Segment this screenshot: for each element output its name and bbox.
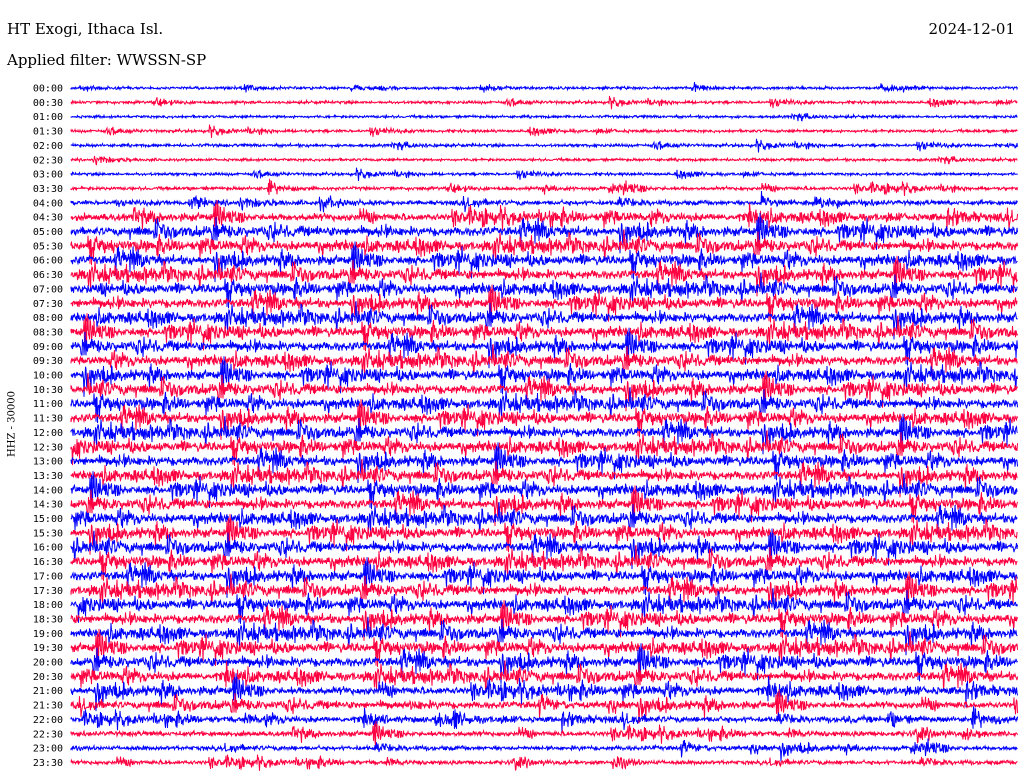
time-tick-label: 15:30 — [33, 528, 63, 539]
time-tick-label: 13:30 — [33, 471, 63, 482]
time-tick-label: 19:00 — [33, 629, 63, 640]
time-tick-label: 07:00 — [33, 284, 63, 295]
time-tick-label: 05:30 — [33, 241, 63, 252]
seismic-trace — [70, 112, 1018, 122]
time-tick-label: 15:00 — [33, 514, 63, 525]
time-tick-label: 10:00 — [33, 371, 63, 382]
time-tick-label: 17:30 — [33, 586, 63, 597]
seismic-trace — [70, 705, 1018, 733]
time-tick-label: 08:00 — [33, 313, 63, 324]
time-tick-label: 09:00 — [33, 342, 63, 353]
seismic-trace — [70, 95, 1018, 110]
seismic-trace — [70, 721, 1018, 747]
seismic-trace — [70, 178, 1018, 197]
time-tick-label: 14:30 — [33, 500, 63, 511]
seismic-trace — [70, 124, 1018, 138]
time-tick-label: 19:30 — [33, 643, 63, 654]
time-tick-label: 22:30 — [33, 729, 63, 740]
time-tick-label: 04:30 — [33, 213, 63, 224]
seismic-trace — [70, 738, 1018, 762]
time-tick-label: 07:30 — [33, 299, 63, 310]
time-tick-label: 23:00 — [33, 744, 63, 755]
time-tick-label: 21:30 — [33, 701, 63, 712]
seismic-trace — [70, 754, 1018, 771]
time-tick-label: 06:30 — [33, 270, 63, 281]
time-tick-label: 12:00 — [33, 428, 63, 439]
time-tick-label: 13:00 — [33, 457, 63, 468]
time-tick-label: 03:30 — [33, 184, 63, 195]
time-tick-label: 16:30 — [33, 557, 63, 568]
time-tick-label: 05:00 — [33, 227, 63, 238]
time-tick-label: 03:00 — [33, 170, 63, 181]
time-tick-label: 23:30 — [33, 758, 63, 769]
time-tick-label: 14:00 — [33, 485, 63, 496]
seismic-trace — [70, 138, 1018, 153]
seismic-trace — [70, 155, 1018, 166]
time-tick-label: 06:00 — [33, 256, 63, 267]
time-tick-label: 21:00 — [33, 686, 63, 697]
time-tick-label: 01:30 — [33, 127, 63, 138]
seismic-trace — [70, 82, 1018, 93]
time-tick-label: 20:30 — [33, 672, 63, 683]
time-tick-label: 09:30 — [33, 356, 63, 367]
time-tick-label: 00:30 — [33, 98, 63, 109]
time-tick-label: 22:00 — [33, 715, 63, 726]
time-tick-label: 04:00 — [33, 198, 63, 209]
time-tick-label: 10:30 — [33, 385, 63, 396]
time-tick-label: 02:00 — [33, 141, 63, 152]
time-tick-label: 11:00 — [33, 399, 63, 410]
time-tick-label: 16:00 — [33, 543, 63, 554]
time-tick-label: 12:30 — [33, 442, 63, 453]
time-tick-label: 00:00 — [33, 84, 63, 95]
time-tick-label: 01:00 — [33, 112, 63, 123]
time-tick-label: 20:00 — [33, 658, 63, 669]
time-tick-label: 08:30 — [33, 327, 63, 338]
tick-label-group: 00:00 00:30 01:00 01:30 02:00 02:30 03:00 03:30… — [33, 84, 63, 769]
time-tick-label: 18:30 — [33, 614, 63, 625]
time-tick-label: 11:30 — [33, 414, 63, 425]
seismic-trace — [70, 167, 1018, 182]
time-tick-label: 02:30 — [33, 155, 63, 166]
helicorder-plot: 00:00 00:30 01:00 01:30 02:00 02:30 03:00 03:30… — [33, 82, 1018, 771]
time-tick-label: 17:00 — [33, 571, 63, 582]
time-tick-label: 18:00 — [33, 600, 63, 611]
trace-group — [70, 82, 1018, 771]
